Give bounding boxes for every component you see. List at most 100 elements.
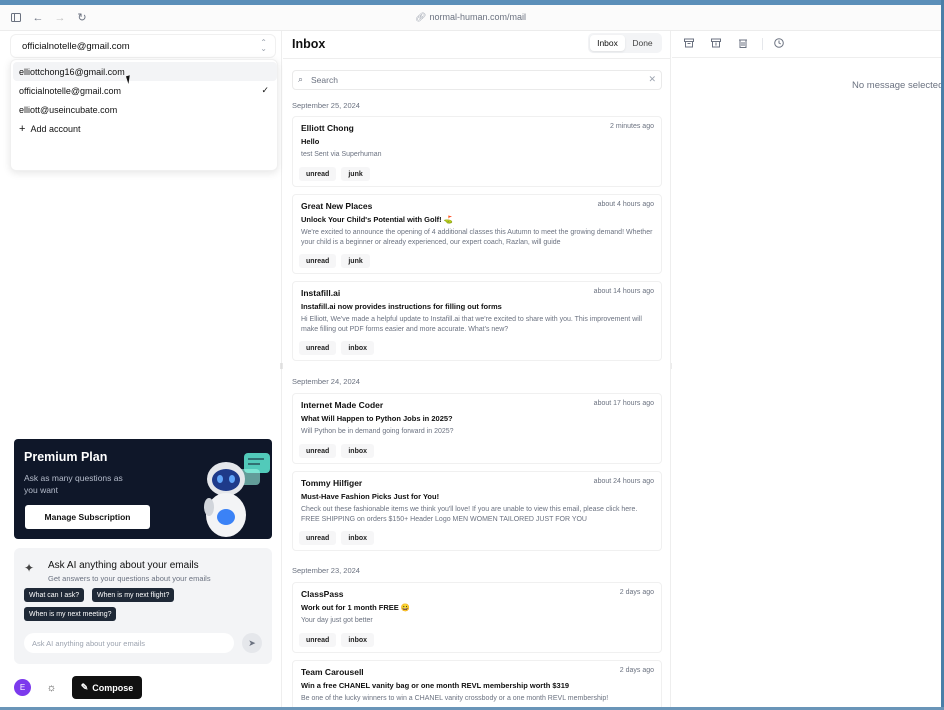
email-card[interactable]: ClassPass 2 days ago Work out for 1 mont… bbox=[292, 582, 662, 653]
search-icon: ⌕ bbox=[298, 74, 304, 84]
email-subject: Must-Have Fashion Picks Just for You! bbox=[301, 492, 440, 501]
message-toolbar bbox=[672, 31, 941, 58]
tag-badge: junk bbox=[341, 254, 370, 268]
date-header: September 25, 2024 bbox=[292, 101, 360, 110]
inbox-pane: Inbox Inbox Done ⌕ Search ✕ September 25… bbox=[283, 31, 671, 707]
email-card[interactable]: Team Carousell 2 days ago Win a free CHA… bbox=[292, 660, 662, 707]
compose-label: Compose bbox=[92, 682, 134, 693]
empty-state-text: No message selected bbox=[852, 80, 944, 91]
tag-badge: unread bbox=[299, 254, 337, 268]
date-header: September 24, 2024 bbox=[292, 377, 360, 386]
pencil-icon: ✎ bbox=[80, 682, 89, 692]
email-time: about 17 hours ago bbox=[593, 400, 654, 407]
move-to-junk-icon[interactable] bbox=[710, 37, 722, 49]
email-snippet: Check out these fashionable items we thi… bbox=[301, 506, 638, 523]
suggestion-chip[interactable]: When is my next flight? bbox=[92, 588, 175, 602]
email-subject: Instafill.ai now provides instructions f… bbox=[301, 302, 502, 311]
account-option[interactable]: elliott@useincubate.com bbox=[13, 100, 277, 119]
account-dropdown: elliottchong16@gmail.com officialnotelle… bbox=[10, 59, 278, 171]
robot-illustration bbox=[204, 453, 270, 537]
inbox-tabs: Inbox Done bbox=[588, 33, 662, 53]
ask-ai-title: Ask AI anything about your emails bbox=[48, 560, 199, 571]
email-time: about 24 hours ago bbox=[593, 478, 654, 485]
email-card[interactable]: Internet Made Coder about 17 hours ago W… bbox=[292, 393, 662, 464]
account-option[interactable]: officialnotelle@gmail.com ✓ bbox=[13, 81, 277, 100]
url-text: normal-human.com/mail bbox=[429, 12, 526, 22]
url-bar[interactable]: 🔗︎ normal-human.com/mail bbox=[0, 12, 941, 23]
avatar[interactable]: E bbox=[14, 679, 31, 696]
tag-badge: inbox bbox=[341, 341, 375, 355]
account-email: elliottchong16@gmail.com bbox=[19, 66, 125, 77]
email-card[interactable]: Elliott Chong 2 minutes ago Hello test S… bbox=[292, 116, 662, 187]
email-snippet: Your day just got better bbox=[301, 617, 373, 624]
tag-badge: unread bbox=[299, 633, 337, 647]
email-sender: Tommy Hilfiger bbox=[301, 478, 363, 488]
email-snippet: test Sent via Superhuman bbox=[301, 151, 382, 158]
send-icon[interactable]: ➤ bbox=[242, 633, 262, 653]
email-tags: unread junk bbox=[299, 254, 370, 268]
tag-badge: inbox bbox=[341, 531, 375, 545]
sidebar: officialnotelle@gmail.com ⌃ ⌄ elliottchon… bbox=[0, 31, 282, 707]
email-snippet: Be one of the lucky winners to win a CHA… bbox=[301, 695, 609, 702]
email-tags: unread inbox bbox=[299, 444, 375, 458]
ask-ai-subtitle: Get answers to your questions about your… bbox=[48, 574, 211, 583]
account-email: officialnotelle@gmail.com bbox=[19, 85, 122, 96]
search-placeholder: Search bbox=[311, 75, 338, 85]
account-email: elliott@useincubate.com bbox=[19, 104, 118, 115]
tag-badge: inbox bbox=[341, 633, 375, 647]
email-sender: Instafill.ai bbox=[301, 288, 341, 298]
email-snippet: Hi Elliott, We've made a helpful update … bbox=[301, 316, 642, 333]
email-time: about 4 hours ago bbox=[597, 201, 654, 208]
close-icon[interactable]: ✕ bbox=[648, 74, 656, 85]
email-card[interactable]: Tommy Hilfiger about 24 hours ago Must-H… bbox=[292, 471, 662, 551]
email-subject: Hello bbox=[301, 137, 320, 146]
email-sender: Great New Places bbox=[301, 201, 373, 211]
manage-subscription-button[interactable]: Manage Subscription bbox=[25, 505, 150, 529]
check-icon: ✓ bbox=[261, 85, 269, 95]
account-option[interactable]: elliottchong16@gmail.com bbox=[13, 62, 277, 81]
search-input[interactable]: ⌕ Search ✕ bbox=[292, 70, 662, 90]
email-snippet: We're excited to announce the opening of… bbox=[301, 229, 653, 246]
tag-badge: unread bbox=[299, 341, 337, 355]
tab-done[interactable]: Done bbox=[625, 35, 660, 51]
sun-icon[interactable]: ☼ bbox=[43, 679, 60, 696]
email-sender: Elliott Chong bbox=[301, 123, 354, 133]
email-sender: Internet Made Coder bbox=[301, 400, 384, 410]
selected-account: officialnotelle@gmail.com bbox=[22, 40, 130, 52]
email-tags: unread inbox bbox=[299, 633, 375, 647]
premium-subtitle: Ask as many questions as you want bbox=[24, 473, 123, 495]
tag-badge: unread bbox=[299, 444, 337, 458]
clock-icon[interactable] bbox=[773, 37, 785, 49]
sparkle-icon: ✦ bbox=[24, 561, 35, 575]
date-header: September 23, 2024 bbox=[292, 566, 360, 575]
tab-inbox[interactable]: Inbox bbox=[590, 35, 625, 51]
email-snippet: Will Python be in demand going forward i… bbox=[301, 428, 454, 435]
email-sender: Team Carousell bbox=[301, 667, 364, 677]
page-title: Inbox bbox=[292, 37, 326, 51]
tag-badge: junk bbox=[341, 167, 370, 181]
message-detail-pane: No message selected bbox=[672, 31, 944, 707]
email-time: 2 days ago bbox=[619, 589, 654, 596]
suggestion-chip[interactable]: What can I ask? bbox=[24, 588, 85, 602]
ask-ai-input[interactable]: Ask AI anything about your emails bbox=[24, 633, 234, 653]
email-tags: unread inbox bbox=[299, 341, 375, 355]
email-card[interactable]: Great New Places about 4 hours ago Unloc… bbox=[292, 194, 662, 274]
link-icon: 🔗︎ bbox=[415, 12, 427, 22]
tag-badge: inbox bbox=[341, 444, 375, 458]
compose-button[interactable]: ✎ Compose bbox=[72, 676, 142, 699]
trash-icon[interactable] bbox=[737, 37, 749, 49]
email-tags: unread inbox bbox=[299, 531, 375, 545]
email-time: 2 days ago bbox=[619, 667, 654, 674]
ask-ai-card: ✦ Ask AI anything about your emails Get … bbox=[14, 548, 272, 664]
browser-toolbar: ← → ↻ 🔗︎ normal-human.com/mail bbox=[0, 5, 941, 31]
account-switcher[interactable]: officialnotelle@gmail.com ⌃ ⌄ bbox=[10, 34, 276, 58]
email-time: 2 minutes ago bbox=[610, 123, 654, 130]
tag-badge: unread bbox=[299, 531, 337, 545]
suggestion-chip[interactable]: When is my next meeting? bbox=[24, 607, 117, 621]
archive-icon[interactable] bbox=[683, 37, 695, 49]
divider bbox=[283, 58, 670, 59]
email-card[interactable]: Instafill.ai about 14 hours ago Instafil… bbox=[292, 281, 662, 361]
premium-title: Premium Plan bbox=[24, 450, 108, 464]
add-account-button[interactable]: + Add account bbox=[13, 119, 277, 138]
email-time: about 14 hours ago bbox=[593, 288, 654, 295]
